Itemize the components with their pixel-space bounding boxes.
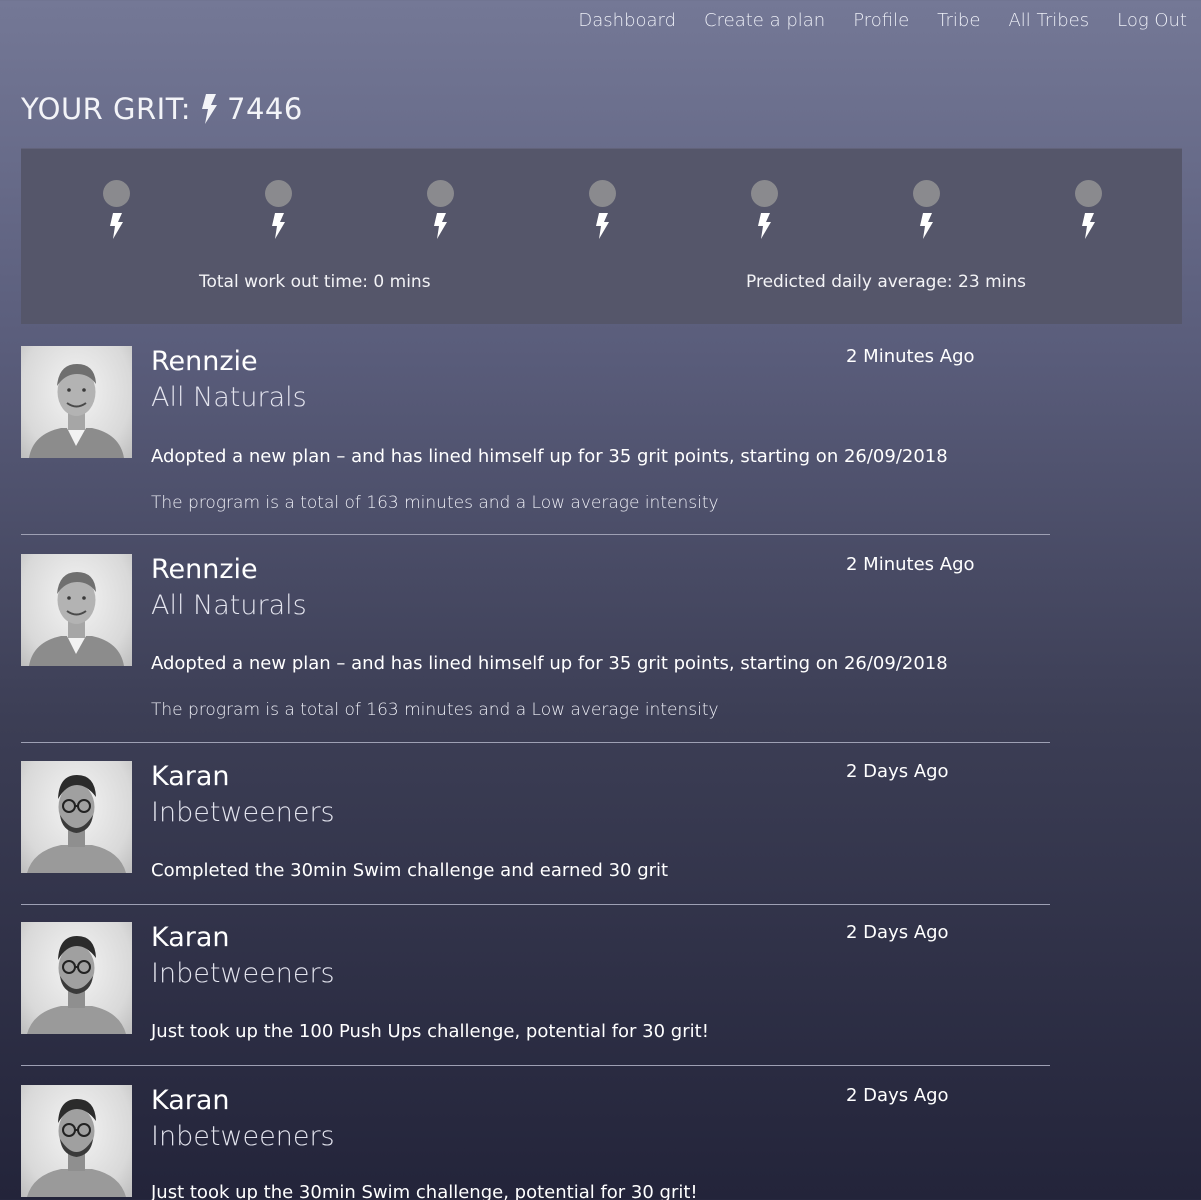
nav-tribe-link[interactable]: Tribe — [937, 10, 980, 31]
user-name[interactable]: Rennzie — [151, 346, 258, 377]
activity-text: Completed the 30min Swim challenge and e… — [151, 860, 669, 881]
person-photo-icon — [27, 1099, 126, 1197]
plan-detail-text: The program is a total of 163 minutes an… — [151, 700, 719, 720]
tribe-name[interactable]: Inbetweeners — [151, 1121, 335, 1152]
lightning-icon — [920, 213, 933, 239]
timestamp: 2 Minutes Ago — [846, 554, 975, 575]
grit-value: 7446 — [227, 92, 303, 126]
avatar[interactable] — [21, 922, 132, 1034]
grit-heading: YOUR GRIT: 7446 — [21, 92, 303, 126]
lightning-icon — [596, 213, 609, 239]
activity-text: Adopted a new plan – and has lined himse… — [151, 446, 948, 467]
top-nav: Dashboard Create a plan Profile Tribe Al… — [578, 10, 1187, 31]
activity-text: Just took up the 30min Swim challenge, p… — [151, 1182, 698, 1200]
feed-item: Karan Inbetweeners 2 Days Ago Completed … — [21, 743, 1050, 905]
timestamp: 2 Minutes Ago — [846, 346, 975, 367]
day-status-dot — [588, 180, 616, 207]
plan-detail-text: The program is a total of 163 minutes an… — [151, 493, 719, 513]
tribe-name[interactable]: All Naturals — [151, 382, 307, 413]
feed-item: Karan Inbetweeners 2 Days Ago Just took … — [21, 905, 1050, 1066]
avatar[interactable] — [21, 346, 132, 458]
day-status-dot — [750, 180, 778, 207]
lightning-icon — [272, 213, 285, 239]
tribe-name[interactable]: Inbetweeners — [151, 797, 335, 828]
timestamp: 2 Days Ago — [846, 1085, 949, 1106]
day-status-dot — [912, 180, 940, 207]
day-indicator — [911, 180, 941, 239]
avatar[interactable] — [21, 761, 132, 873]
avatar[interactable] — [21, 554, 132, 666]
tribe-name[interactable]: All Naturals — [151, 590, 307, 621]
lightning-icon — [110, 213, 123, 239]
day-indicator — [749, 180, 779, 239]
day-indicator — [263, 180, 293, 239]
activity-feed: Rennzie All Naturals 2 Minutes Ago Adopt… — [21, 346, 1050, 1200]
weekly-activity-panel: Total work out time: 0 mins Predicted da… — [21, 148, 1182, 324]
grit-label: YOUR GRIT: — [21, 92, 192, 126]
nav-all-tribes-link[interactable]: All Tribes — [1008, 10, 1089, 31]
user-name[interactable]: Karan — [151, 761, 230, 792]
nav-profile-link[interactable]: Profile — [853, 10, 909, 31]
feed-item: Rennzie All Naturals 2 Minutes Ago Adopt… — [21, 535, 1050, 743]
person-photo-icon — [29, 572, 124, 666]
day-indicator — [425, 180, 455, 239]
lightning-icon — [202, 94, 218, 124]
day-indicator — [101, 180, 131, 239]
predicted-daily-average: Predicted daily average: 23 mins — [746, 272, 1027, 292]
day-status-dot — [102, 180, 130, 207]
day-indicator — [1073, 180, 1103, 239]
day-status-dot — [426, 180, 454, 207]
day-indicator — [587, 180, 617, 239]
avatar[interactable] — [21, 1085, 132, 1197]
lightning-icon — [1082, 213, 1095, 239]
tribe-name[interactable]: Inbetweeners — [151, 958, 335, 989]
activity-text: Just took up the 100 Push Ups challenge,… — [151, 1021, 709, 1042]
nav-dashboard-link[interactable]: Dashboard — [578, 10, 676, 31]
day-status-dot — [264, 180, 292, 207]
nav-create-plan-link[interactable]: Create a plan — [704, 10, 825, 31]
user-name[interactable]: Karan — [151, 1085, 230, 1116]
activity-text: Adopted a new plan – and has lined himse… — [151, 653, 948, 674]
day-status-dot — [1074, 180, 1102, 207]
feed-item: Karan Inbetweeners 2 Days Ago Just took … — [21, 1066, 1050, 1200]
person-photo-icon — [27, 775, 126, 873]
timestamp: 2 Days Ago — [846, 761, 949, 782]
lightning-icon — [434, 213, 447, 239]
lightning-icon — [758, 213, 771, 239]
person-photo-icon — [29, 364, 124, 458]
user-name[interactable]: Rennzie — [151, 554, 258, 585]
nav-logout-link[interactable]: Log Out — [1117, 10, 1187, 31]
timestamp: 2 Days Ago — [846, 922, 949, 943]
feed-item: Rennzie All Naturals 2 Minutes Ago Adopt… — [21, 346, 1050, 535]
user-name[interactable]: Karan — [151, 922, 230, 953]
total-workout-time: Total work out time: 0 mins — [199, 272, 431, 292]
person-photo-icon — [27, 936, 126, 1034]
